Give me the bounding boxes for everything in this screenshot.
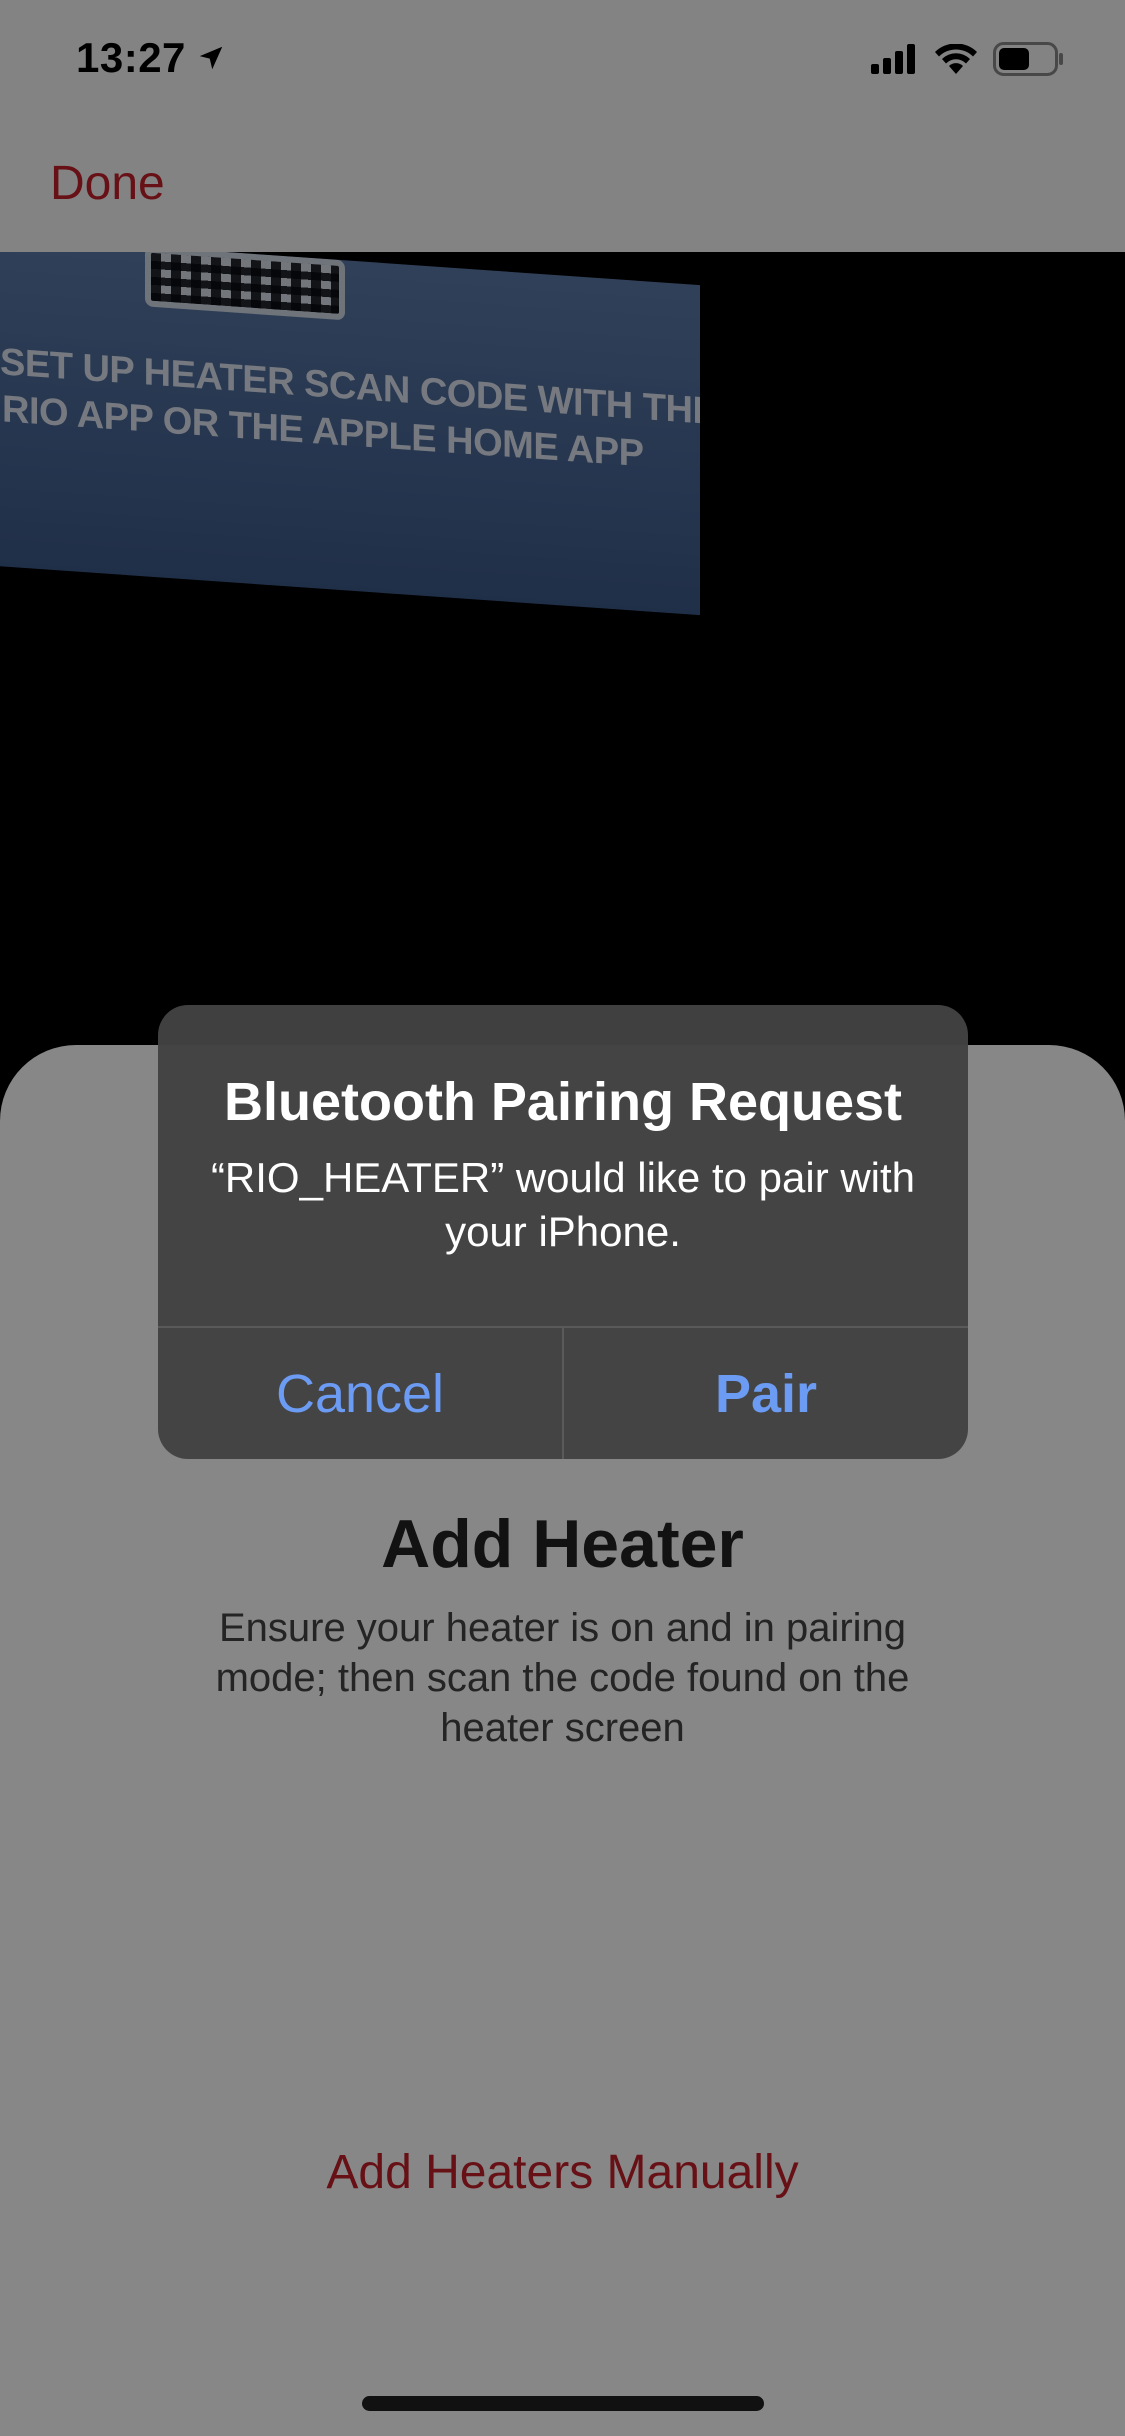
screen: 13:27 Done SET UP HEATER SCAN CODE WITH …: [0, 0, 1125, 2436]
pair-button[interactable]: Pair: [564, 1328, 968, 1459]
alert-message: “RIO_HEATER” would like to pair with you…: [210, 1154, 916, 1255]
home-indicator[interactable]: [362, 2396, 764, 2411]
bluetooth-pairing-alert: Bluetooth Pairing Request “RIO_HEATER” w…: [158, 1005, 968, 1459]
cancel-button[interactable]: Cancel: [158, 1328, 562, 1459]
alert-title: Bluetooth Pairing Request: [223, 1072, 903, 1132]
